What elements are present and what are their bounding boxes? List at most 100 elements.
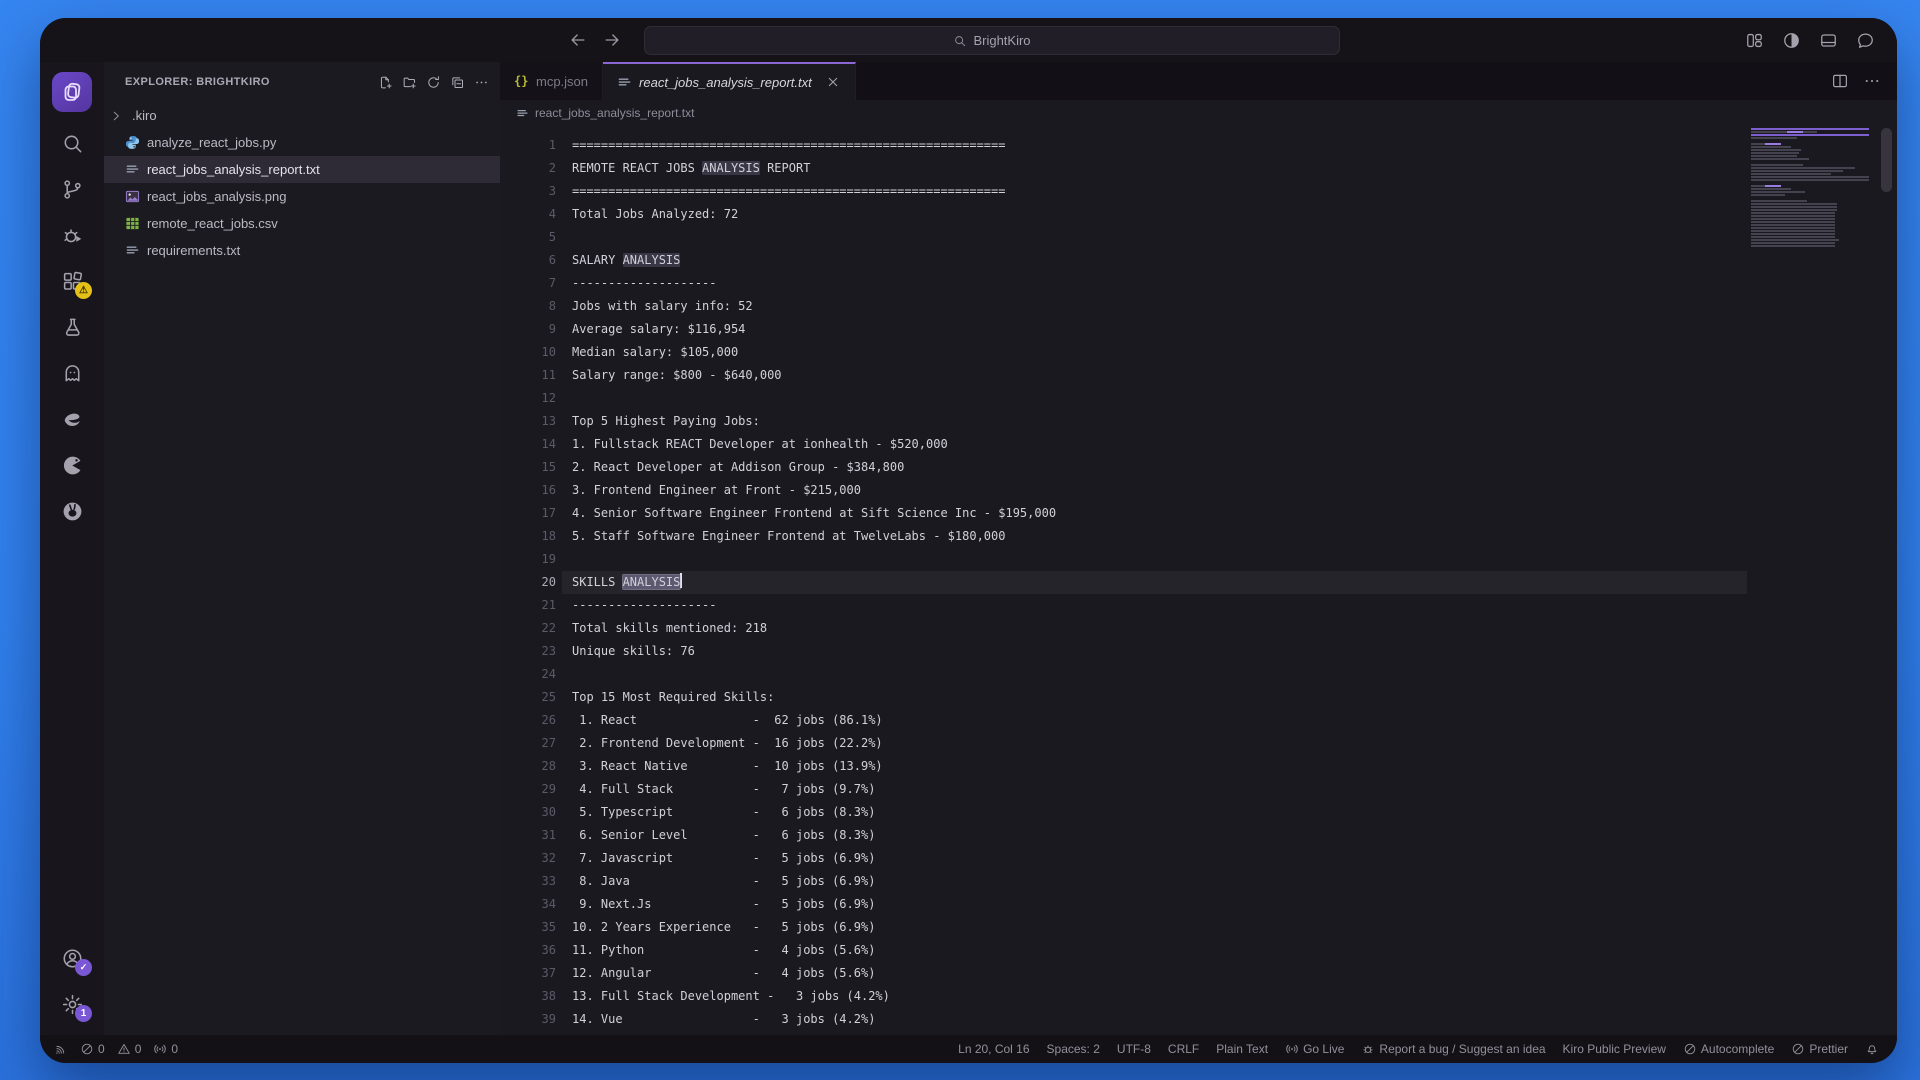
code-line: Top 15 Most Required Skills: xyxy=(572,686,1737,709)
code-line: 14. Vue - 3 jobs (4.2%) xyxy=(572,1008,1737,1031)
activity-item-search[interactable] xyxy=(48,120,96,166)
code-content: ========================================… xyxy=(572,134,1737,1035)
panel-bottom-icon[interactable] xyxy=(1819,31,1838,50)
code-line: ========================================… xyxy=(572,180,1737,203)
pacman-icon xyxy=(61,454,84,477)
remote-icon xyxy=(54,1042,68,1056)
status-warnings[interactable]: 0 xyxy=(117,1042,142,1056)
status-label: Plain Text xyxy=(1216,1042,1268,1056)
ellipsis-icon[interactable] xyxy=(473,74,490,91)
activity-item-extension-e[interactable] xyxy=(48,396,96,442)
file-list: .kiroanalyze_react_jobs.pyreact_jobs_ana… xyxy=(104,102,500,1035)
editor[interactable]: 1234567891011121314151617181920212223242… xyxy=(500,126,1897,1035)
status-eol[interactable]: CRLF xyxy=(1168,1042,1199,1056)
activity-item-run-debug[interactable] xyxy=(48,212,96,258)
scrollbar[interactable] xyxy=(1880,126,1893,1035)
chat-bubble-icon[interactable] xyxy=(1856,31,1875,50)
tab-react_jobs_analysis_report.txt[interactable]: react_jobs_analysis_report.txt xyxy=(603,62,856,100)
new-folder-icon[interactable] xyxy=(401,74,418,91)
error-icon xyxy=(80,1042,94,1056)
back-icon[interactable] xyxy=(568,30,588,50)
csv-file-icon xyxy=(125,216,140,231)
breadcrumb[interactable]: react_jobs_analysis_report.txt xyxy=(500,100,1897,126)
code-line: 3. React Native - 10 jobs (13.9%) xyxy=(572,755,1737,778)
code-line: Total skills mentioned: 218 xyxy=(572,617,1737,640)
file-row[interactable]: .kiro xyxy=(104,102,500,129)
status-ports[interactable]: 0 xyxy=(153,1042,178,1056)
activity-item-extension-rabbit[interactable] xyxy=(48,488,96,534)
json-braces-icon: {} xyxy=(514,74,529,89)
status-errors[interactable]: 0 xyxy=(80,1042,105,1056)
code-line: Top 5 Highest Paying Jobs: xyxy=(572,410,1737,433)
tab-label: react_jobs_analysis_report.txt xyxy=(639,75,812,90)
activity-item-extension-pacman[interactable] xyxy=(48,442,96,488)
status-label: 0 xyxy=(171,1042,178,1056)
close-icon[interactable] xyxy=(825,74,841,90)
code-line: 5. Typescript - 6 jobs (8.3%) xyxy=(572,801,1737,824)
flask-icon xyxy=(61,316,84,339)
tab-mcp.json[interactable]: {} mcp.json xyxy=(500,62,603,100)
status-report-bug[interactable]: Report a bug / Suggest an idea xyxy=(1361,1042,1545,1056)
status-prettier[interactable]: Prettier xyxy=(1791,1042,1848,1056)
code-line: 13. Full Stack Development - 3 jobs (4.2… xyxy=(572,985,1737,1008)
status-notifications[interactable] xyxy=(1865,1042,1879,1056)
activity-item-kiro-explorer[interactable] xyxy=(52,72,92,112)
file-row[interactable]: react_jobs_analysis_report.txt xyxy=(104,156,500,183)
tab-label: mcp.json xyxy=(536,74,588,89)
file-label: react_jobs_analysis.png xyxy=(147,189,286,204)
contrast-toggle-icon[interactable] xyxy=(1782,31,1801,50)
circle-slash-icon xyxy=(1791,1042,1805,1056)
debug-icon xyxy=(61,224,84,247)
activity-item-extensions[interactable]: ⚠ xyxy=(48,258,96,304)
collapse-all-icon[interactable] xyxy=(449,74,466,91)
warning-badge: ⚠ xyxy=(75,282,92,299)
code-line: 1. Fullstack REACT Developer at ionhealt… xyxy=(572,433,1737,456)
file-row[interactable]: analyze_react_jobs.py xyxy=(104,129,500,156)
status-language-mode[interactable]: Plain Text xyxy=(1216,1042,1268,1056)
code-line: 5. Staff Software Engineer Frontend at T… xyxy=(572,525,1737,548)
activity-item-settings[interactable]: 1 xyxy=(48,981,96,1027)
file-row[interactable]: remote_react_jobs.csv xyxy=(104,210,500,237)
command-center-search[interactable]: BrightKiro xyxy=(644,26,1340,55)
split-icon[interactable] xyxy=(1831,72,1849,90)
code-line: 9. Next.Js - 5 jobs (6.9%) xyxy=(572,893,1737,916)
layout-grid-icon[interactable] xyxy=(1745,31,1764,50)
file-row[interactable]: requirements.txt xyxy=(104,237,500,264)
activity-item-accounts[interactable]: ✓ xyxy=(48,935,96,981)
ellipsis-icon[interactable] xyxy=(1863,72,1881,90)
status-indentation[interactable]: Spaces: 2 xyxy=(1047,1042,1100,1056)
activity-item-source-control[interactable] xyxy=(48,166,96,212)
file-row[interactable]: react_jobs_analysis.png xyxy=(104,183,500,210)
code-line: REMOTE REACT JOBS ANALYSIS REPORT xyxy=(572,157,1737,180)
tab-bar: {} mcp.json react_jobs_analysis_report.txt xyxy=(500,62,1897,100)
refresh-icon[interactable] xyxy=(425,74,442,91)
status-autocomplete[interactable]: Autocomplete xyxy=(1683,1042,1774,1056)
code-line: 8. Java - 5 jobs (6.9%) xyxy=(572,870,1737,893)
code-line: 2. React Developer at Addison Group - $3… xyxy=(572,456,1737,479)
kiro-logo-icon xyxy=(60,80,84,104)
status-remote[interactable] xyxy=(54,1042,68,1056)
code-line: 7. Javascript - 5 jobs (6.9%) xyxy=(572,847,1737,870)
scrollbar-thumb[interactable] xyxy=(1881,128,1892,192)
bell-icon xyxy=(1865,1042,1879,1056)
status-label: 0 xyxy=(135,1042,142,1056)
code-line: 4. Senior Software Engineer Frontend at … xyxy=(572,502,1737,525)
activity-item-kiro-agent[interactable] xyxy=(48,350,96,396)
activity-item-testing[interactable] xyxy=(48,304,96,350)
search-value: BrightKiro xyxy=(973,33,1030,48)
status-encoding[interactable]: UTF-8 xyxy=(1117,1042,1151,1056)
minimap[interactable] xyxy=(1751,128,1873,248)
status-go-live[interactable]: Go Live xyxy=(1285,1042,1344,1056)
status-kiro-public-preview[interactable]: Kiro Public Preview xyxy=(1563,1042,1666,1056)
status-cursor-position[interactable]: Ln 20, Col 16 xyxy=(958,1042,1029,1056)
code-line: 3. Frontend Engineer at Front - $215,000 xyxy=(572,479,1737,502)
code-line xyxy=(572,387,1737,410)
settings-badge: 1 xyxy=(75,1005,92,1022)
code-line: 15. Node.Js - 3 jobs (4.2%) xyxy=(572,1031,1737,1035)
forward-icon[interactable] xyxy=(602,30,622,50)
explorer-sidebar: EXPLORER: BRIGHTKIRO .kiroanalyze_react_… xyxy=(104,62,500,1035)
code-line: 1. React - 62 jobs (86.1%) xyxy=(572,709,1737,732)
code-line: Total Jobs Analyzed: 72 xyxy=(572,203,1737,226)
new-file-icon[interactable] xyxy=(377,74,394,91)
code-line: Median salary: $105,000 xyxy=(572,341,1737,364)
